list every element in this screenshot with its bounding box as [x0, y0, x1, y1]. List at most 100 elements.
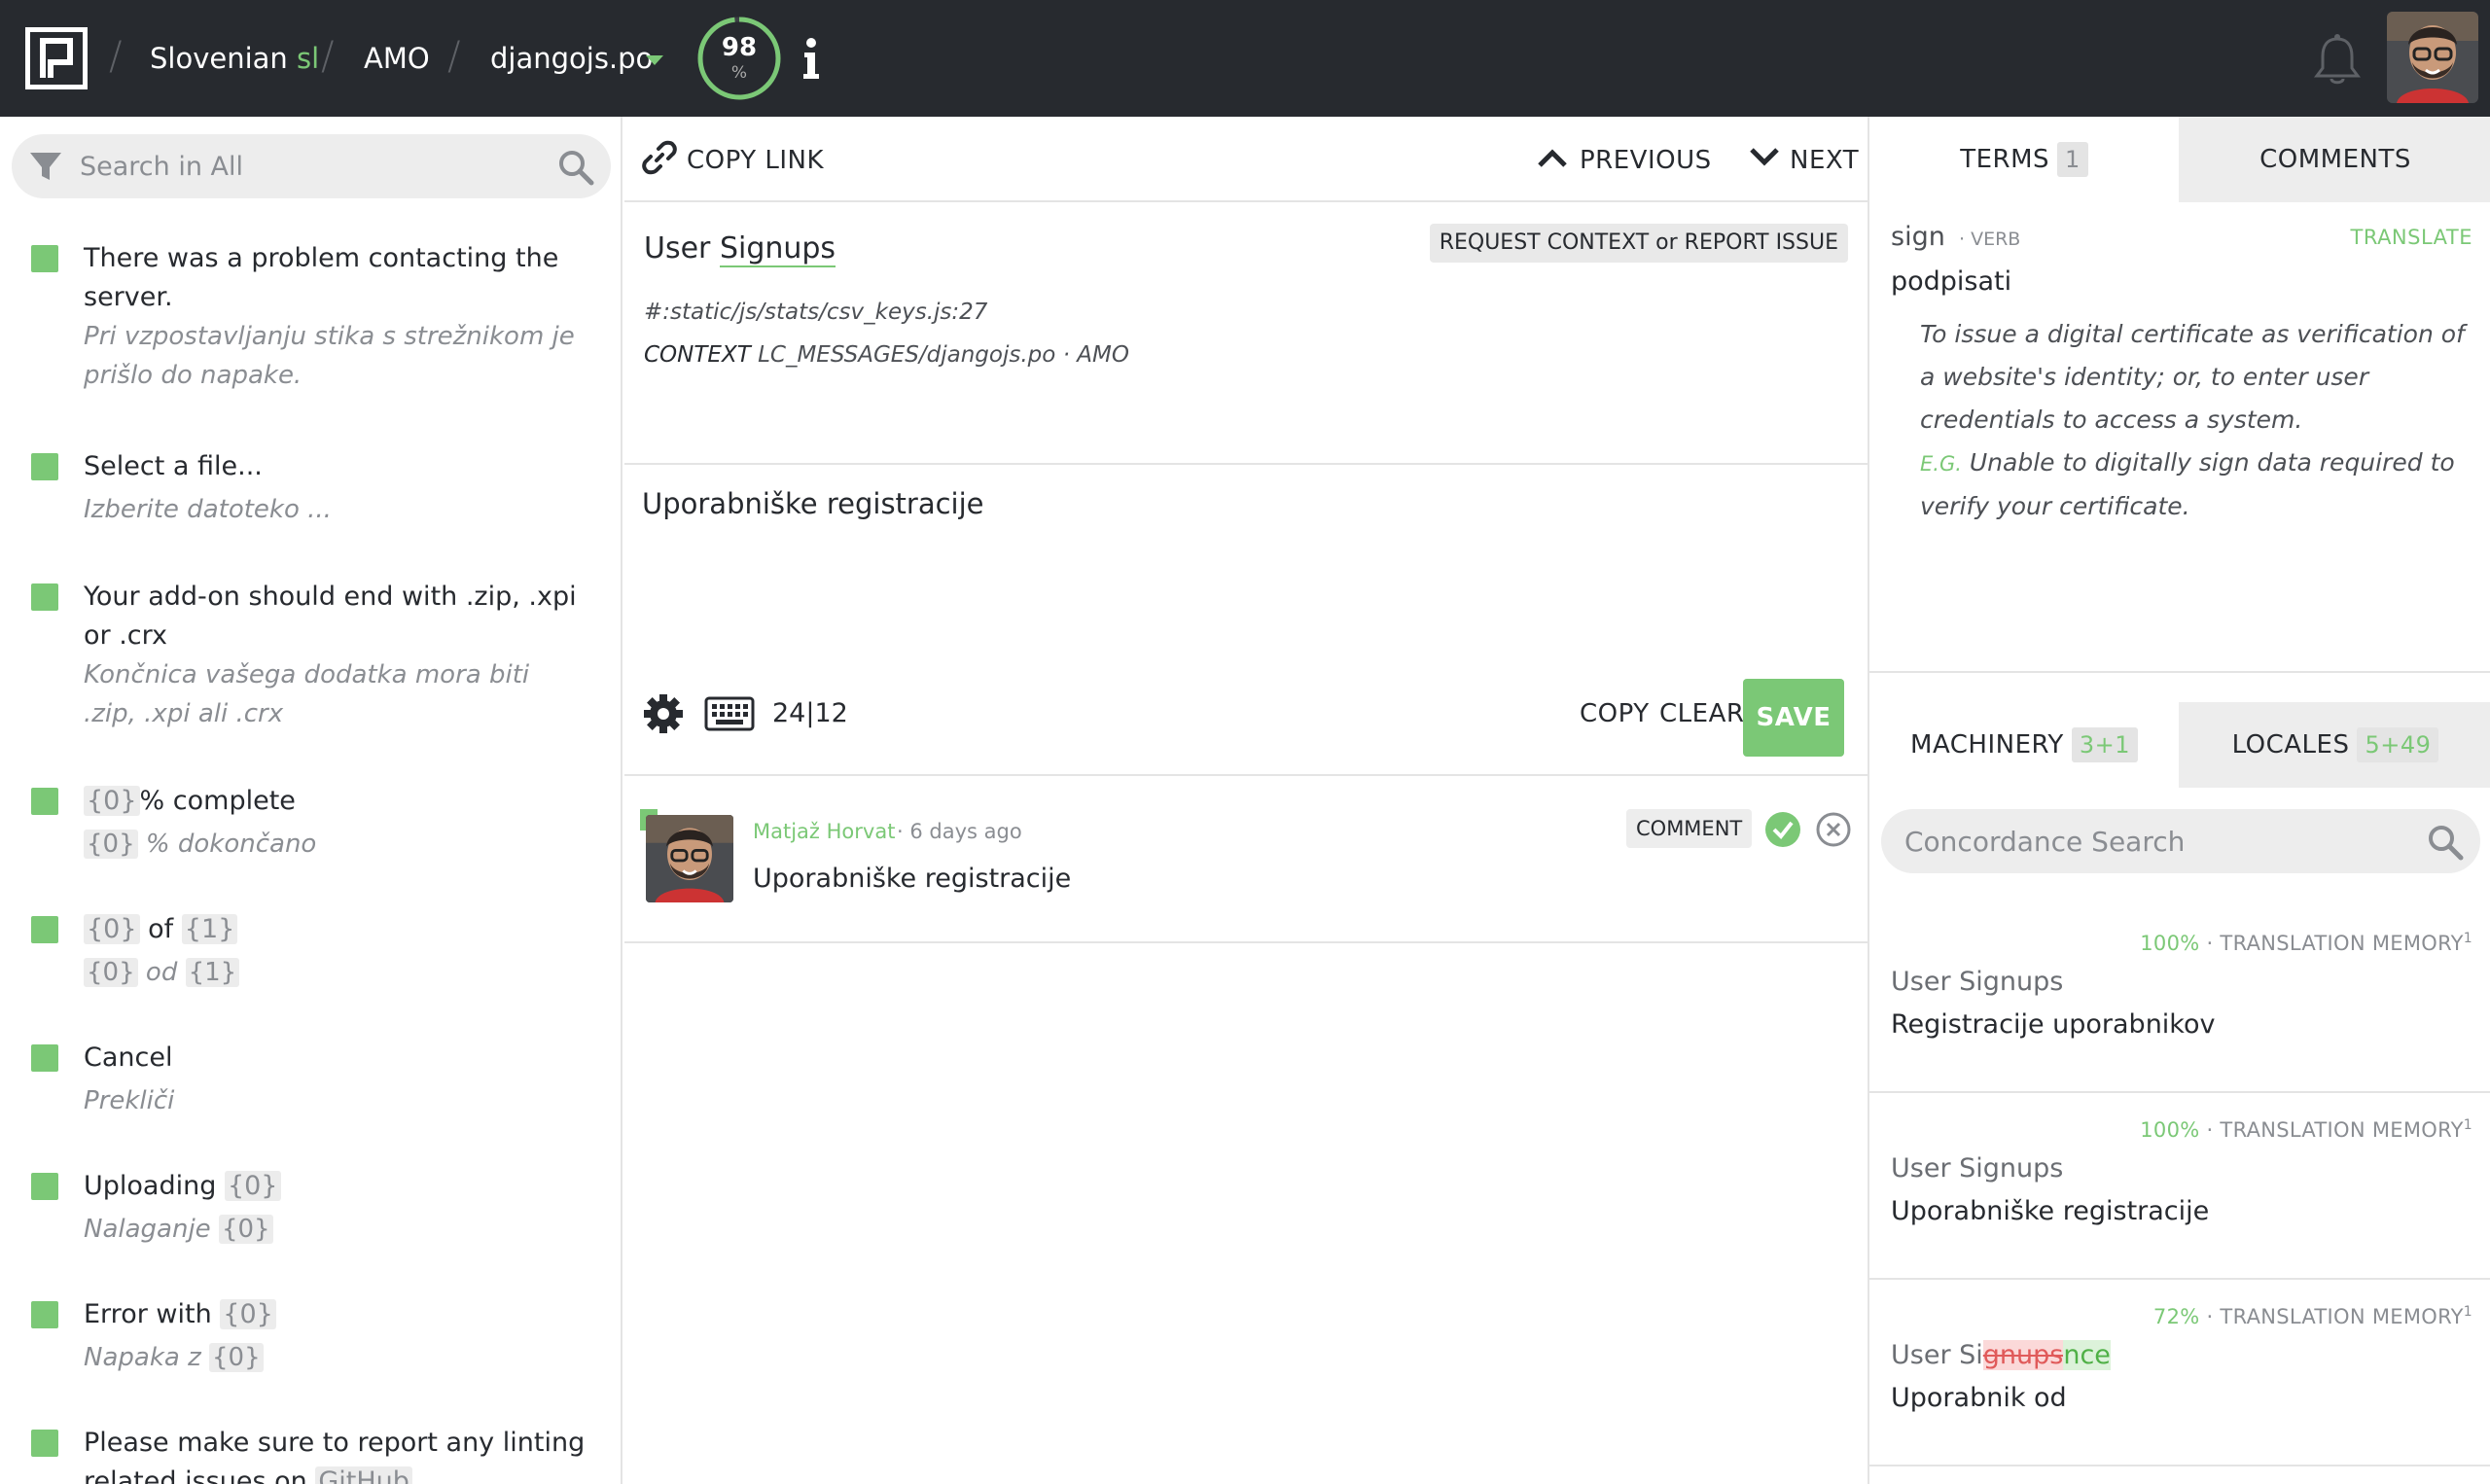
entity-list-panel: There was a problem contacting the serve…	[0, 117, 622, 1484]
copy-link-button[interactable]: COPY LINK	[687, 144, 824, 177]
comment-button[interactable]: COMMENT	[1626, 809, 1753, 848]
placeholder-token: {1}	[181, 914, 238, 944]
search-icon[interactable]	[2426, 823, 2465, 862]
entity-list-item[interactable]: Your add-on should end with .zip, .xpi o…	[0, 578, 621, 745]
machinery-suggestion[interactable]: 100% · TRANSLATION MEMORY1 User Signups …	[1869, 1093, 2490, 1280]
term-example: Unable to digitally sign data required t…	[1920, 448, 2455, 520]
search-icon[interactable]	[556, 148, 595, 187]
term-definition-text: To issue a digital certificate as verifi…	[1920, 320, 2465, 434]
entity-translation: {0} % dokončano	[84, 825, 589, 864]
term-translation[interactable]: podpisati	[1891, 265, 2011, 300]
avatar-photo-icon	[646, 815, 733, 902]
pontoon-logo-icon[interactable]	[25, 27, 88, 89]
entity-list-item[interactable]: Cancel Prekliči	[0, 1039, 621, 1132]
history-user-link[interactable]: Matjaž Horvat	[753, 817, 895, 846]
placeholder-token: {0}	[84, 786, 140, 816]
concordance-search-input[interactable]	[1904, 819, 2410, 864]
entity-source: {0} of {1}	[84, 910, 589, 949]
breadcrumb-separator: /	[321, 34, 335, 79]
tab-machinery[interactable]: MACHINERY 3+1	[1869, 702, 2179, 788]
placeholder-token: {0}	[84, 830, 138, 859]
entity-list-item[interactable]: Please make sure to report any linting r…	[0, 1424, 621, 1484]
request-context-button[interactable]: REQUEST CONTEXT or REPORT ISSUE	[1429, 224, 1848, 263]
diff-unchanged: User Si	[1891, 1340, 1983, 1370]
reject-close-icon[interactable]	[1815, 811, 1852, 848]
search-input[interactable]	[80, 144, 547, 189]
entity-source: Error with {0}	[84, 1295, 589, 1334]
entity-list-item[interactable]: {0} of {1} {0} od {1}	[0, 910, 621, 1004]
status-translated-indicator	[31, 788, 58, 815]
clear-button[interactable]: CLEAR	[1659, 696, 1744, 731]
link-icon[interactable]	[642, 140, 677, 175]
entity-translation: Pri vzpostavljanju stika s strežnikom je…	[84, 322, 575, 390]
source-path[interactable]: #:static/js/stats/csv_keys.js:27	[644, 296, 987, 329]
source-count: 1	[2463, 1117, 2472, 1133]
entity-source: There was a problem contacting the serve…	[84, 243, 559, 312]
translation-editor: 24|12 COPY CLEAR SAVE	[624, 467, 1868, 776]
previous-button[interactable]: PREVIOUS	[1580, 144, 1712, 177]
machinery-suggestion[interactable]: 100% · TRANSLATION MEMORY1 User Signups …	[1869, 906, 2490, 1093]
terms-count-badge: 1	[2057, 142, 2088, 177]
entity-list-item[interactable]: Error with {0} Napaka z {0}	[0, 1295, 621, 1389]
term-highlight[interactable]: Signups	[719, 231, 836, 267]
placeholder-token: {1}	[185, 958, 240, 987]
entity-translation-text: od	[145, 958, 178, 987]
tab-terms-label: TERMS	[1960, 145, 2050, 174]
filter-icon[interactable]	[27, 148, 64, 185]
character-counter: 24|12	[772, 698, 848, 728]
history-translation[interactable]: Uporabniške registracije	[753, 862, 1071, 897]
next-button[interactable]: NEXT	[1790, 144, 1859, 177]
notifications-bell-icon[interactable]	[2313, 33, 2362, 86]
locales-count-badge: 5+49	[2357, 727, 2439, 762]
machinery-suggestion[interactable]: 72% · TRANSLATION MEMORY1 User Signupsnc…	[1869, 1280, 2490, 1466]
entity-translation: Prekliči	[84, 1086, 175, 1115]
copy-button[interactable]: COPY	[1580, 696, 1650, 731]
chevron-up-icon[interactable]	[1537, 146, 1568, 169]
tab-locales[interactable]: LOCALES 5+49	[2179, 702, 2490, 788]
editor-panel: COPY LINK PREVIOUS NEXT User Signups REQ…	[624, 117, 1868, 1484]
editor-toolbar: COPY LINK PREVIOUS NEXT	[624, 117, 1868, 202]
quality-percent: 100%	[2140, 932, 2200, 955]
chevron-down-icon[interactable]	[1749, 146, 1780, 169]
entity-list-item[interactable]: Select a file... Izberite datoteko ...	[0, 447, 621, 541]
tab-comments[interactable]: COMMENTS	[2179, 117, 2490, 202]
breadcrumb-resource[interactable]: djangojs.po	[490, 41, 653, 76]
entity-list-item[interactable]: Uploading {0} Nalaganje {0}	[0, 1167, 621, 1260]
breadcrumb-locale[interactable]: Slovenian sl	[150, 41, 319, 76]
placeholder-token: {0}	[218, 1215, 273, 1244]
diff-added: nce	[2063, 1340, 2111, 1370]
entity-list-item[interactable]: There was a problem contacting the serve…	[0, 239, 621, 403]
term-part-of-speech: · VERB	[1959, 229, 2021, 250]
entity-translation-text: % dokončano	[145, 830, 317, 859]
suggestion-original: User Signups	[1891, 1153, 2064, 1184]
top-bar: / Slovenian sl / AMO / djangojs.po 98 %	[0, 0, 2490, 117]
save-button[interactable]: SAVE	[1743, 679, 1844, 757]
entity-source-text: of	[148, 914, 174, 944]
tab-terms[interactable]: TERMS 1	[1869, 117, 2179, 202]
translation-input[interactable]	[642, 484, 1848, 650]
user-avatar[interactable]	[2387, 12, 2478, 103]
suggestion-translation: Uporabniške registracije	[1891, 1196, 2210, 1226]
breadcrumb-separator: /	[109, 34, 123, 79]
breadcrumb-project[interactable]: AMO	[364, 41, 430, 76]
status-translated-indicator	[31, 583, 58, 611]
settings-gear-icon[interactable]	[642, 692, 685, 735]
breadcrumb-separator: /	[447, 34, 461, 79]
resource-dropdown-icon[interactable]	[646, 55, 663, 65]
keyboard-icon[interactable]	[704, 696, 755, 731]
placeholder-token: {0}	[209, 1343, 264, 1372]
approve-check-icon[interactable]	[1764, 811, 1801, 848]
status-translated-indicator	[31, 1430, 58, 1457]
info-icon[interactable]	[800, 37, 822, 80]
diff-removed: gnups	[1982, 1340, 2064, 1370]
entity-translation: Nalaganje {0}	[84, 1210, 589, 1249]
history-user-avatar[interactable]	[646, 815, 733, 902]
locale-code: sl	[297, 42, 320, 75]
example-label: E.G.	[1920, 452, 1962, 476]
placeholder-token: {0}	[84, 958, 138, 987]
entity-source: Uploading {0}	[84, 1167, 589, 1206]
translate-term-link[interactable]: TRANSLATE	[2351, 224, 2473, 251]
entity-list-item[interactable]: {0}% complete {0} % dokončano	[0, 782, 621, 875]
entity-source: Please make sure to report any linting r…	[84, 1424, 589, 1484]
entity-source: Your add-on should end with .zip, .xpi o…	[84, 582, 577, 651]
